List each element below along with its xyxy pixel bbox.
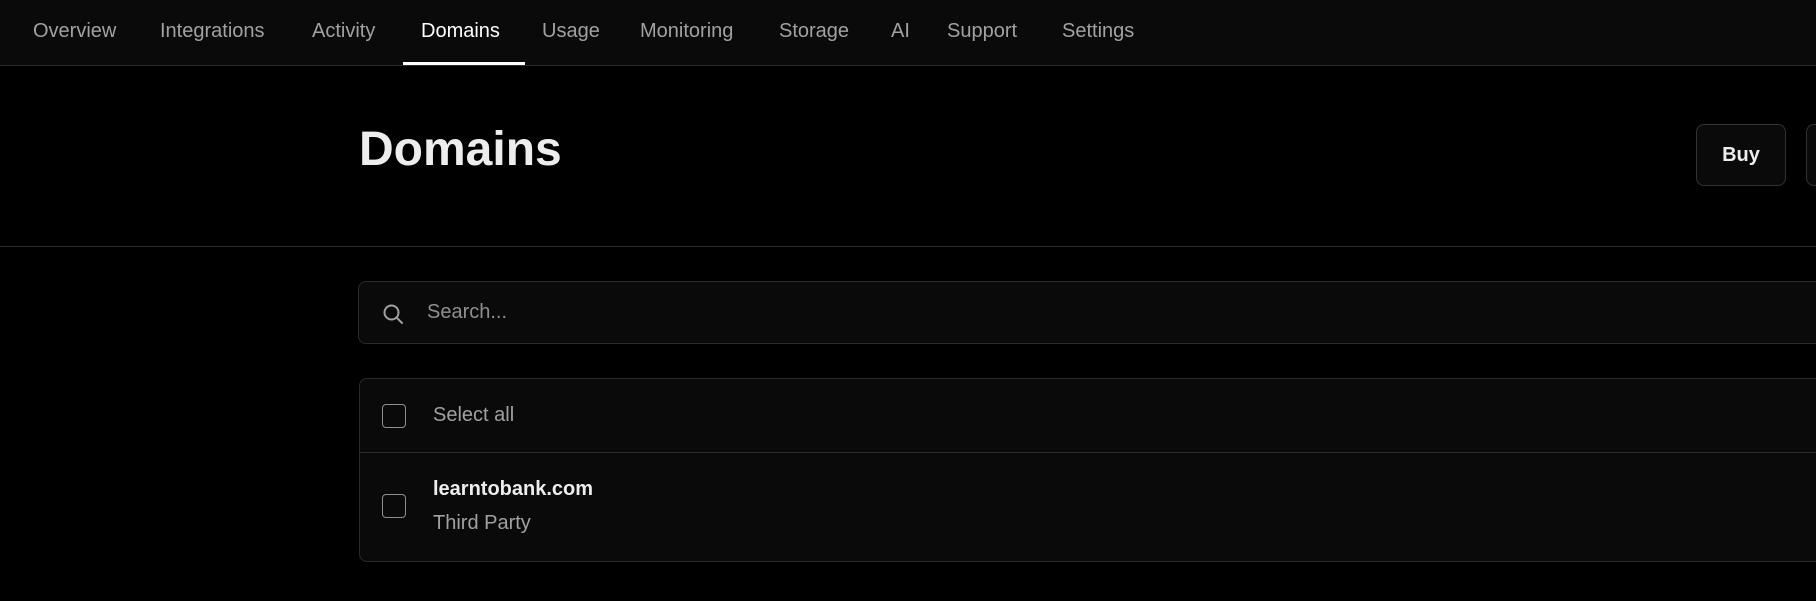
tab-domains[interactable]: Domains — [421, 0, 500, 66]
tab-ai[interactable]: AI — [891, 0, 910, 66]
tab-overview[interactable]: Overview — [33, 0, 116, 66]
tab-usage[interactable]: Usage — [542, 0, 600, 66]
tab-storage[interactable]: Storage — [779, 0, 849, 66]
domain-name[interactable]: learntobank.com — [433, 477, 593, 501]
page-header: Domains Buy — [0, 66, 1816, 247]
tab-support[interactable]: Support — [947, 0, 1017, 66]
secondary-button[interactable] — [1806, 124, 1816, 186]
tab-activity[interactable]: Activity — [312, 0, 375, 66]
domain-type: Third Party — [433, 512, 531, 534]
active-tab-indicator — [403, 62, 525, 65]
search-icon — [383, 304, 403, 324]
domain-list: Select all learntobank.com Third Party — [359, 378, 1816, 562]
select-all-label: Select all — [433, 404, 515, 426]
list-item[interactable]: learntobank.com Third Party — [360, 453, 1816, 561]
search-bar — [358, 281, 1816, 344]
select-all-checkbox[interactable] — [382, 404, 406, 428]
tab-monitoring[interactable]: Monitoring — [640, 0, 733, 66]
list-header: Select all — [360, 379, 1816, 453]
tab-integrations[interactable]: Integrations — [160, 0, 265, 66]
search-input[interactable] — [425, 282, 1816, 343]
buy-button[interactable]: Buy — [1696, 124, 1786, 186]
page-title: Domains — [359, 123, 562, 176]
row-checkbox[interactable] — [382, 494, 406, 518]
top-navigation: Overview Integrations Activity Domains U… — [0, 0, 1816, 66]
tab-settings[interactable]: Settings — [1062, 0, 1134, 66]
